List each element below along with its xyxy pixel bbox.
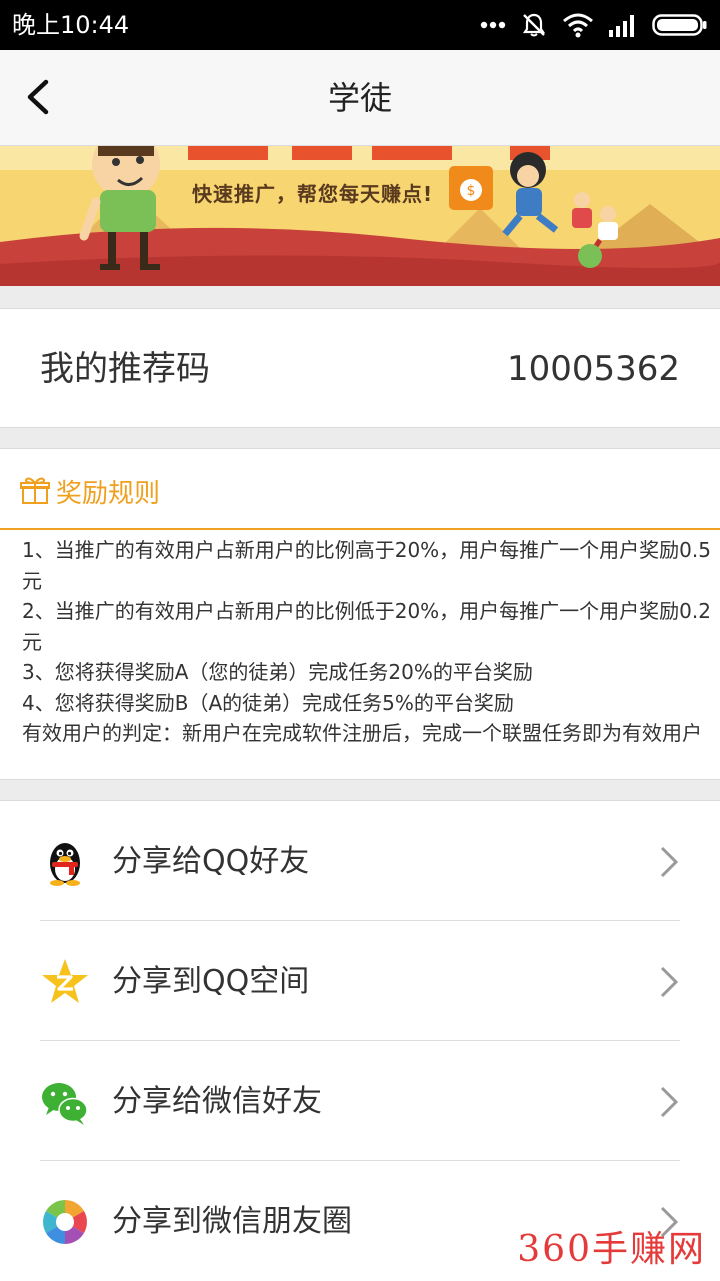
moments-icon: [43, 1200, 87, 1244]
status-bar: 晚上10:44: [0, 0, 720, 50]
share-label: 分享给QQ好友: [112, 844, 310, 879]
referral-code-card: 我的推荐码 10005362: [0, 308, 720, 428]
reward-rules-header: 奖励规则: [20, 471, 160, 511]
rule-item: 2、当推广的有效用户占新用户的比例低于20%，用户每推广一个用户奖励0.2元: [22, 599, 711, 654]
banner-illustration: $: [0, 146, 720, 286]
banner-tagline: 快速推广，帮您每天赚点!: [192, 182, 434, 206]
rule-item: 3、您将获得奖励A（您的徒弟）完成任务20%的平台奖励: [22, 660, 533, 684]
share-label: 分享给微信好友: [112, 1084, 322, 1119]
rule-item: 1、当推广的有效用户占新用户的比例高于20%，用户每推广一个用户奖励0.5元: [22, 538, 711, 593]
reward-rules-list: 1、当推广的有效用户占新用户的比例高于20%，用户每推广一个用户奖励0.5元 2…: [22, 535, 712, 749]
reward-rules-card: 奖励规则 1、当推广的有效用户占新用户的比例高于20%，用户每推广一个用户奖励0…: [0, 448, 720, 780]
status-time: 晚上10:44: [12, 11, 130, 39]
share-wechat-friend[interactable]: 分享给微信好友: [0, 1041, 720, 1161]
share-qq-friend[interactable]: 分享给QQ好友: [0, 801, 720, 921]
signal-icon: [609, 15, 634, 37]
share-label: 分享到QQ空间: [112, 964, 310, 999]
watermark: 360手赚网: [517, 1229, 706, 1270]
page-title: 学徒: [327, 79, 392, 117]
referral-code-value: 10005362: [506, 349, 680, 389]
referral-code-label: 我的推荐码: [40, 349, 210, 389]
chevron-right-icon: [660, 846, 679, 878]
section-gap: [0, 286, 720, 308]
battery-icon: [652, 14, 707, 36]
app-header: 学徒: [0, 50, 720, 146]
share-qzone[interactable]: 分享到QQ空间: [0, 921, 720, 1041]
wechat-icon: [42, 1083, 88, 1125]
valid-user-definition: 有效用户的判定：新用户在完成软件注册后，完成一个联盟任务即为有效用户: [22, 721, 702, 745]
rule-item: 4、您将获得奖励B（A的徒弟）完成任务5%的平台奖励: [22, 690, 514, 715]
share-list: 分享给QQ好友 分享到QQ空间 分享给微信好友 分享到微信朋友圈: [0, 800, 720, 1281]
wifi-icon: [563, 13, 593, 38]
chevron-right-icon: [660, 966, 679, 998]
rules-divider: [0, 528, 720, 530]
promo-banner[interactable]: $ 快速推广，帮您每天赚点!: [0, 146, 720, 286]
more-dots-icon: [480, 21, 506, 29]
gift-icon: [20, 477, 50, 504]
qzone-star-icon: [42, 959, 88, 1003]
mute-icon: [522, 13, 546, 37]
svg-text:$: $: [467, 183, 476, 199]
reward-rules-title: 奖励规则: [56, 478, 161, 509]
share-label: 分享到微信朋友圈: [112, 1204, 352, 1239]
chevron-right-icon: [660, 1086, 679, 1118]
qq-penguin-icon: [50, 843, 80, 886]
status-icons: [480, 10, 708, 40]
